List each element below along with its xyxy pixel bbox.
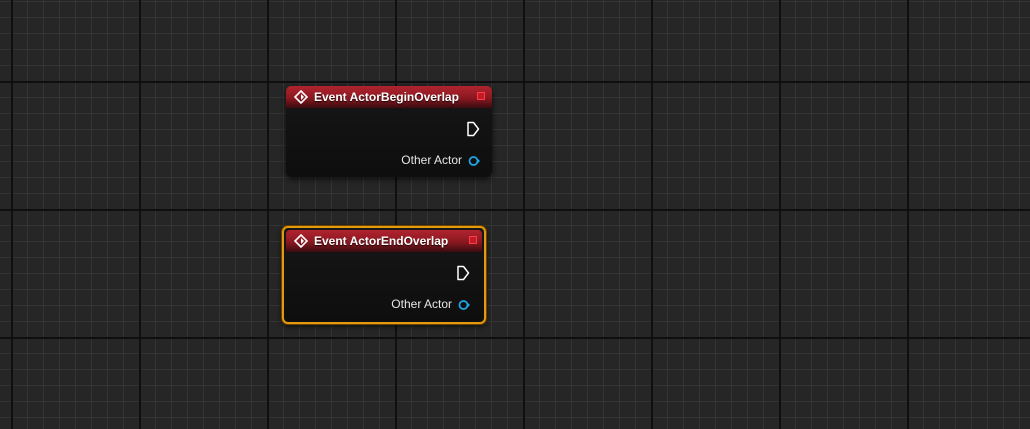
node-title: Event ActorBeginOverlap	[314, 90, 459, 104]
other-actor-output-pin[interactable]: Other Actor	[401, 152, 480, 168]
event-diamond-icon	[294, 234, 308, 248]
object-pin-icon[interactable]	[458, 298, 470, 310]
event-diamond-icon	[294, 90, 308, 104]
other-actor-output-pin[interactable]: Other Actor	[391, 296, 470, 312]
node-title: Event ActorEndOverlap	[314, 234, 449, 248]
exec-output-pin-icon[interactable]	[466, 121, 480, 137]
pin-label: Other Actor	[391, 297, 452, 311]
event-actor-begin-overlap-node[interactable]: Event ActorBeginOverlap Other Actor	[286, 86, 492, 177]
blueprint-graph-canvas[interactable]: Event ActorBeginOverlap Other Actor Even…	[0, 0, 1030, 429]
node-header[interactable]: Event ActorEndOverlap	[286, 230, 482, 252]
object-pin-icon[interactable]	[468, 154, 480, 166]
pin-label: Other Actor	[401, 153, 462, 167]
delegate-output-pin-icon[interactable]	[477, 92, 485, 100]
event-actor-end-overlap-node[interactable]: Event ActorEndOverlap Other Actor	[282, 226, 486, 324]
node-header[interactable]: Event ActorBeginOverlap	[286, 86, 492, 108]
delegate-output-pin-icon[interactable]	[469, 236, 477, 244]
exec-output-pin-icon[interactable]	[456, 265, 470, 281]
